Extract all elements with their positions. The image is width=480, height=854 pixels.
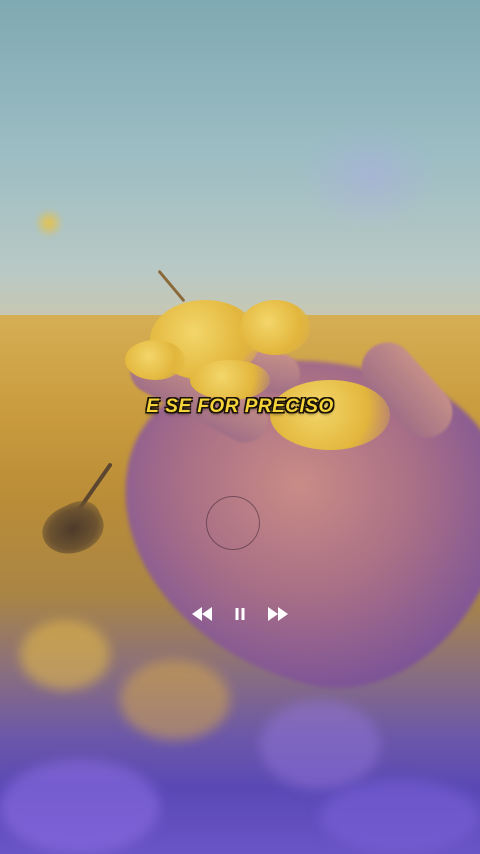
watermark-stamp: [206, 496, 260, 550]
yellow-petals: [240, 300, 310, 355]
fast-forward-icon: [268, 607, 288, 621]
bokeh-light: [20, 620, 110, 690]
rewind-icon: [192, 607, 212, 621]
pause-button[interactable]: [234, 602, 246, 626]
lyric-caption: E SE FOR PRECISO: [146, 396, 334, 417]
yellow-petals: [190, 360, 270, 400]
flying-petal: [36, 208, 62, 238]
fast-forward-button[interactable]: [266, 602, 290, 626]
bokeh-light: [120, 660, 230, 740]
video-frame: E SE FOR PRECISO: [0, 0, 480, 854]
yellow-petals: [125, 340, 185, 380]
bokeh-light: [260, 700, 380, 790]
bokeh-light: [0, 760, 160, 854]
pause-icon: [235, 608, 245, 620]
player-controls: [0, 602, 480, 626]
light-flare: [300, 120, 440, 230]
bokeh-light: [320, 780, 480, 854]
rewind-button[interactable]: [190, 602, 214, 626]
